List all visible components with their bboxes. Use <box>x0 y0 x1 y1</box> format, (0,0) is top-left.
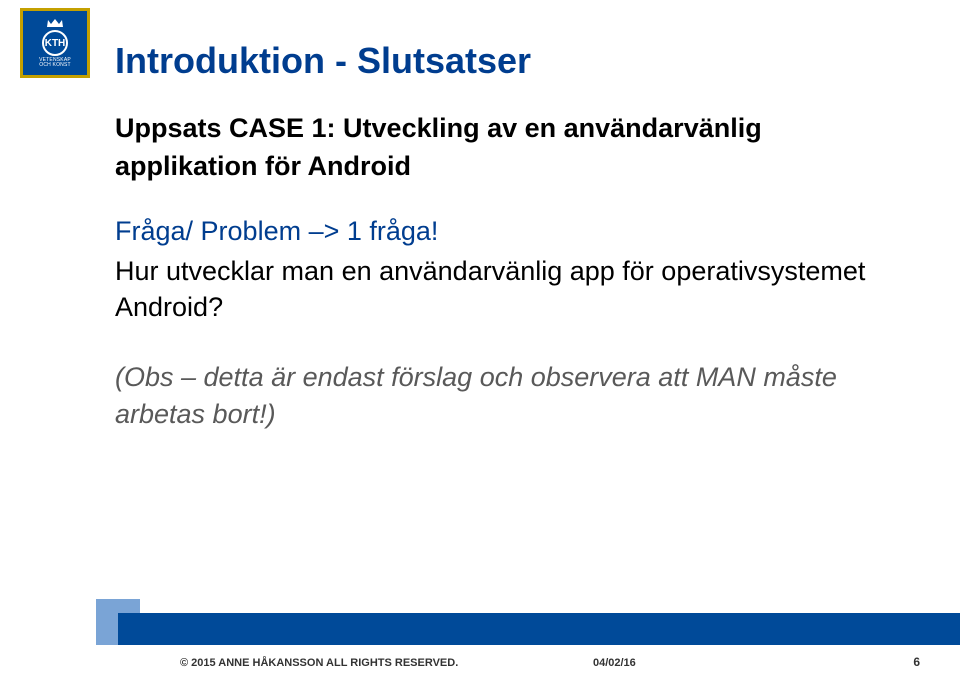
footer-date: 04/02/16 <box>593 657 636 669</box>
logo-sub2: OCH KONST <box>39 63 71 68</box>
question-label: Fråga/ Problem –> 1 fråga! <box>115 216 900 247</box>
slide: KTH VETENSKAP OCH KONST Introduktion - S… <box>0 0 960 681</box>
subtitle: Uppsats CASE 1: Utveckling av en använda… <box>115 110 900 186</box>
footer-bar <box>0 615 960 645</box>
slide-body: Uppsats CASE 1: Utveckling av en använda… <box>115 110 900 432</box>
footer-stripe <box>118 613 960 645</box>
slide-title: Introduktion - Slutsatser <box>115 40 531 82</box>
footer-copyright: © 2015 ANNE HÅKANSSON ALL RIGHTS RESERVE… <box>180 657 458 669</box>
logo-ring: KTH <box>42 30 68 56</box>
footer-page-number: 6 <box>913 655 920 669</box>
crown-icon <box>46 18 64 28</box>
note-text: (Obs – detta är endast förslag och obser… <box>115 359 900 432</box>
kth-logo: KTH VETENSKAP OCH KONST <box>20 8 90 78</box>
question-text: Hur utvecklar man en användarvänlig app … <box>115 253 900 326</box>
logo-abbr: KTH <box>45 38 66 49</box>
logo-inner: KTH VETENSKAP OCH KONST <box>23 11 87 75</box>
